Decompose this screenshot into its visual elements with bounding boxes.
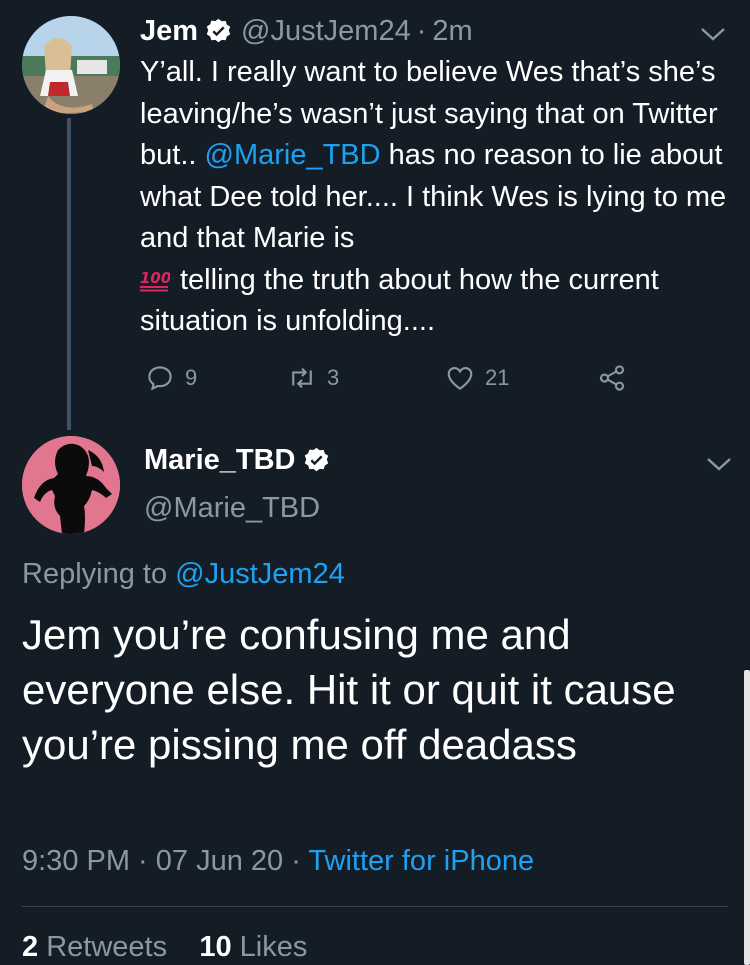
- like-button[interactable]: 21: [445, 360, 509, 396]
- parent-tweet-text: Y’all. I really want to believe Wes that…: [140, 52, 730, 343]
- tweet-date: 07 Jun 20: [155, 845, 284, 877]
- svg-text:100: 100: [140, 269, 170, 287]
- mention-link[interactable]: @Marie_TBD: [205, 139, 381, 171]
- chevron-down-icon[interactable]: [700, 26, 726, 42]
- hundred-points-emoji-icon: 100: [140, 269, 170, 291]
- engagement-stats: 2 Retweets 10 Likes: [22, 931, 307, 964]
- heart-icon: [447, 366, 473, 390]
- main-tweet-name-row: Marie_TBD: [144, 444, 339, 477]
- chevron-down-icon[interactable]: [706, 456, 732, 472]
- reply-count: 9: [185, 365, 198, 390]
- reply-icon: [148, 366, 172, 391]
- retweet-count: 3: [327, 365, 340, 390]
- main-display-name[interactable]: Marie_TBD: [144, 444, 296, 477]
- retweets-stat[interactable]: 2 Retweets: [22, 931, 167, 963]
- retweet-icon: [292, 367, 312, 389]
- divider: [22, 906, 728, 907]
- parent-text-part-3: telling the truth about how the current …: [140, 263, 659, 338]
- meta-separator: ·: [130, 845, 156, 877]
- share-button[interactable]: [597, 360, 627, 396]
- client-link[interactable]: Twitter for iPhone: [308, 845, 534, 877]
- parent-tweet-actions: 9 3 21: [145, 360, 645, 396]
- verified-badge-icon: [304, 447, 328, 472]
- verified-badge-icon: [206, 18, 231, 42]
- avatar-jem[interactable]: [22, 16, 120, 114]
- replying-to-prefix: Replying to: [22, 558, 176, 590]
- replying-to-line: Replying to @JustJem24: [22, 558, 345, 591]
- like-count: 21: [485, 365, 510, 390]
- share-icon: [599, 365, 625, 391]
- replying-to-mention[interactable]: @JustJem24: [175, 558, 345, 590]
- header-separator: ·: [416, 14, 427, 47]
- tweet-time: 9:30 PM: [22, 845, 130, 877]
- profile-photo-icon: [22, 16, 120, 114]
- main-tweet-meta: 9:30 PM · 07 Jun 20 · Twitter for iPhone: [22, 845, 534, 878]
- thread-connector-line: [67, 118, 71, 430]
- parent-display-name[interactable]: Jem: [140, 15, 198, 48]
- likes-label: Likes: [239, 931, 308, 963]
- retweet-button[interactable]: 3: [287, 360, 339, 396]
- silhouette-profile-icon: [22, 436, 120, 534]
- avatar-marie[interactable]: [22, 436, 120, 534]
- likes-stat[interactable]: 10 Likes: [199, 931, 307, 963]
- parent-handle[interactable]: @JustJem24: [241, 15, 411, 48]
- parent-tweet-header: Jem @JustJem24 · 2m: [140, 13, 473, 49]
- parent-timestamp[interactable]: 2m: [432, 15, 472, 48]
- retweets-count: 2: [22, 931, 39, 963]
- scrollbar[interactable]: [744, 670, 750, 965]
- meta-separator: ·: [283, 845, 309, 877]
- reply-button[interactable]: 9: [145, 360, 197, 396]
- main-handle[interactable]: @Marie_TBD: [144, 492, 320, 525]
- likes-count: 10: [199, 931, 232, 963]
- retweets-label: Retweets: [46, 931, 168, 963]
- main-tweet-text: Jem you’re confusing me and everyone els…: [22, 611, 676, 768]
